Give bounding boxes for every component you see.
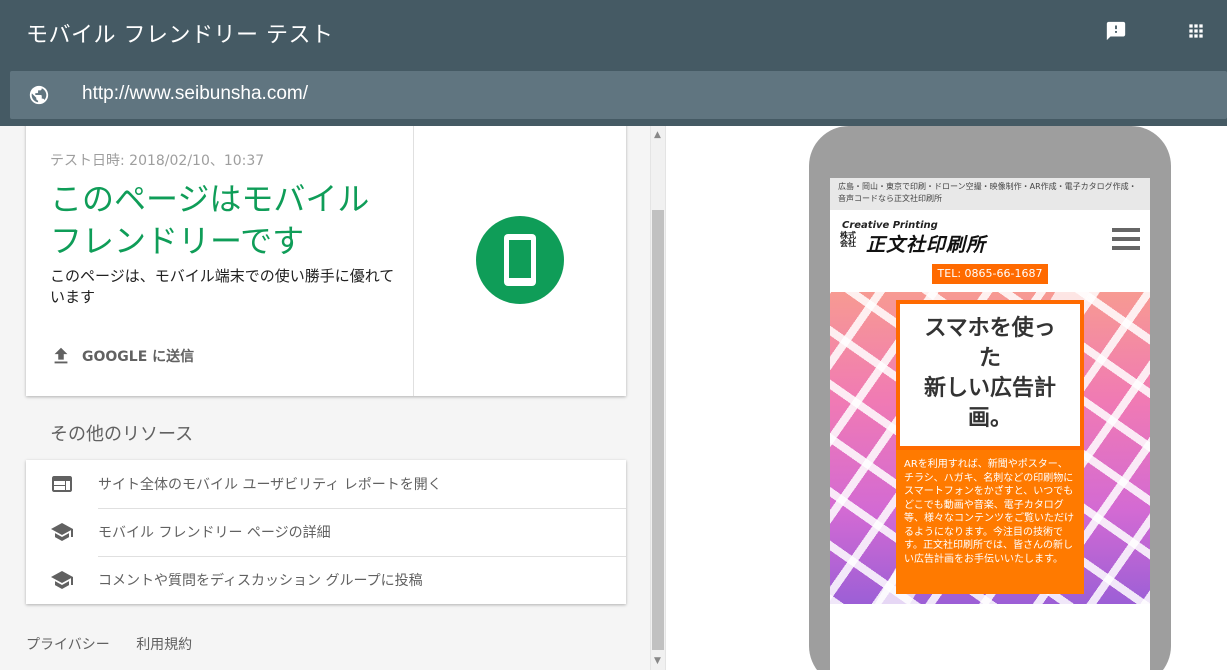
app-header: モバイル フレンドリー テスト — [0, 0, 1227, 64]
school-icon — [50, 568, 74, 592]
preview-tel-button: TEL: 0865-66-1687 — [932, 264, 1048, 284]
result-summary: テスト日時: 2018/02/10、10:37 このページはモバイル フレンドリ… — [26, 126, 414, 396]
preview-logo-main: 正文社印刷所 — [866, 234, 987, 256]
preview-site-header: Creative Printing 株式会社 正文社印刷所 — [830, 210, 1150, 256]
hero-title-line: スマホを使っ — [924, 316, 1056, 341]
scrollbar-thumb[interactable] — [652, 210, 664, 650]
school-icon — [50, 520, 74, 544]
scroll-down-arrow-icon[interactable]: ▼ — [654, 656, 661, 666]
hero-title-line: 新しい広告計 — [923, 376, 1056, 401]
footer: プライバシー 利用規約 — [26, 634, 214, 654]
results-panel: テスト日時: 2018/02/10、10:37 このページはモバイル フレンドリ… — [0, 126, 650, 670]
url-input[interactable]: http://www.seibunsha.com/ — [10, 71, 1227, 119]
preview-hero-description: ARを利用すれば、新聞やポスター、チラシ、ハガキ、名刺などの印刷物にスマートフォ… — [896, 450, 1084, 594]
submit-to-google-button[interactable]: GOOGLE に送信 — [50, 342, 194, 370]
hamburger-menu-icon — [1112, 228, 1140, 250]
submit-label: GOOGLE に送信 — [82, 349, 195, 365]
preview-panel: 広島・岡山・東京で印刷・ドローン空撮・映像制作・AR作成・電子カタログ作成・音声… — [666, 126, 1227, 670]
preview-hero: スマホを使っ た 新しい広告計 画。 ARを利用すれば、新聞やポスター、チラシ、… — [830, 292, 1150, 604]
page-preview-screenshot: 広島・岡山・東京で印刷・ドローン空撮・映像制作・AR作成・電子カタログ作成・音声… — [830, 178, 1150, 670]
result-card: テスト日時: 2018/02/10、10:37 このページはモバイル フレンドリ… — [26, 126, 626, 396]
apps-grid-icon[interactable] — [1183, 18, 1209, 44]
hero-title-line: 画。 — [967, 406, 1012, 431]
resource-item-details[interactable]: モバイル フレンドリー ページの詳細 — [26, 508, 626, 556]
scroll-up-arrow-icon[interactable]: ▲ — [654, 130, 661, 140]
url-text: http://www.seibunsha.com/ — [82, 83, 308, 104]
resources-card: サイト全体のモバイル ユーザビリティ レポートを開く モバイル フレンドリー ペ… — [26, 460, 626, 604]
test-date: テスト日時: 2018/02/10、10:37 — [50, 153, 265, 169]
preview-logo-kabu: 株式会社 — [840, 231, 856, 248]
preview-topline: 広島・岡山・東京で印刷・ドローン空撮・映像制作・AR作成・電子カタログ作成・音声… — [830, 178, 1150, 210]
resource-label: コメントや質問をディスカッション グループに投稿 — [98, 573, 423, 589]
preview-hero-box: スマホを使っ た 新しい広告計 画。 — [896, 300, 1084, 450]
resource-item-usability-report[interactable]: サイト全体のモバイル ユーザビリティ レポートを開く — [26, 460, 626, 508]
feedback-icon[interactable] — [1103, 18, 1129, 44]
scrollbar[interactable]: ▲ ▼ — [650, 126, 666, 670]
resources-title: その他のリソース — [50, 424, 194, 445]
terms-link[interactable]: 利用規約 — [136, 637, 192, 653]
result-heading: このページはモバイル フレンドリーです — [50, 180, 370, 260]
resource-label: サイト全体のモバイル ユーザビリティ レポートを開く — [98, 477, 442, 493]
result-description: このページは、モバイル端末での使い勝手に優れています — [50, 267, 395, 306]
preview-hero-title: スマホを使っ た 新しい広告計 画。 — [900, 304, 1080, 434]
privacy-link[interactable]: プライバシー — [26, 637, 110, 653]
app-title: モバイル フレンドリー テスト — [26, 23, 334, 48]
web-layout-icon — [50, 472, 74, 496]
hero-title-line: た — [978, 346, 1001, 371]
globe-icon — [28, 84, 50, 106]
resource-item-discussion[interactable]: コメントや質問をディスカッション グループに投稿 — [26, 556, 626, 604]
mobile-friendly-phone-icon — [476, 216, 564, 304]
url-row: http://www.seibunsha.com/ — [0, 64, 1227, 126]
upload-icon — [50, 345, 72, 367]
resource-label: モバイル フレンドリー ページの詳細 — [98, 525, 331, 541]
